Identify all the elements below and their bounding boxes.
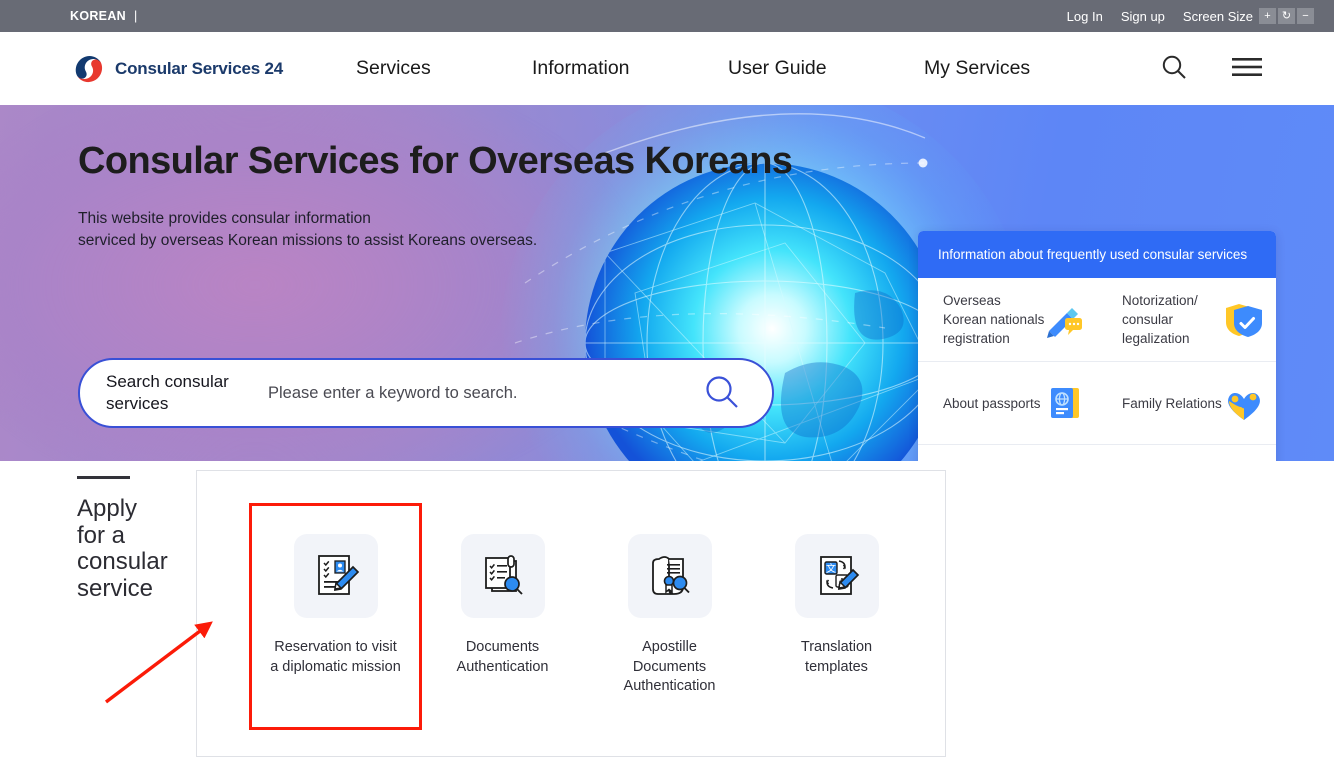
card-label-line1: Apostille: [642, 639, 697, 655]
apply-title-line3: consular: [77, 548, 168, 575]
card-icon-container: [293, 534, 378, 618]
card-label: Apostille Documents Authentication: [624, 638, 716, 697]
document-stamp-icon: [484, 555, 523, 595]
service-card-apostille-documents-authentication[interactable]: Apostille Documents Authentication: [586, 506, 753, 727]
card-label-line2: templates: [805, 658, 868, 675]
card-label-line1: Reservation to visit: [274, 639, 397, 655]
apply-title-line4: service: [77, 574, 154, 602]
info-item-family-relations[interactable]: Family Relations: [1097, 362, 1276, 444]
search-label: Search consular services: [106, 371, 258, 415]
svg-text:文: 文: [826, 562, 836, 575]
service-card-reservation-to-visit-a-diplomatic-mission[interactable]: Reservation to visit a diplomatic missio…: [249, 503, 422, 730]
card-label: Reservation to visit a diplomatic missio…: [270, 638, 401, 677]
pencil-chat-icon: [1047, 307, 1082, 338]
hamburger-menu-icon[interactable]: [1232, 56, 1262, 81]
screen-size-increase-button[interactable]: +: [1259, 8, 1276, 24]
login-link[interactable]: Log In: [1067, 9, 1103, 24]
info-item-military-duty[interactable]: Military Duty: [1097, 445, 1276, 461]
info-row: Overseas Korean nationals registration N…: [918, 278, 1276, 361]
heading-rule: [77, 476, 130, 479]
frequent-services-panel: Information about frequently used consul…: [918, 231, 1276, 461]
hero-subtitle-line1: This website provides consular informati…: [78, 210, 371, 227]
signup-link[interactable]: Sign up: [1121, 9, 1165, 24]
utility-bar-right: Log In Sign up Screen Size + ↻ −: [1067, 8, 1314, 24]
consular-search-bar[interactable]: Search consular services: [78, 358, 774, 428]
apply-title-line1: Apply: [77, 495, 138, 522]
frequent-services-header: Information about frequently used consul…: [918, 231, 1276, 278]
main-content: Apply for a consular service Reservation…: [0, 461, 1334, 767]
card-label-line3: Authentication: [623, 678, 716, 694]
info-item-nationality[interactable]: Nationality: [918, 445, 1097, 461]
shield-check-icon: [1226, 303, 1262, 337]
hero-subtitle-line2: serviced by overseas Korean missions to …: [78, 232, 538, 249]
nav-item-user-guide[interactable]: User Guide: [728, 57, 924, 80]
screen-size-controls: Screen Size + ↻ −: [1183, 8, 1314, 24]
search-submit-icon[interactable]: [702, 372, 742, 415]
card-label: Translation templates: [801, 638, 872, 677]
nav-links: Services Information User Guide My Servi…: [356, 57, 1044, 80]
info-item-label: About passports: [943, 395, 1041, 411]
info-row: Nationality Military Duty: [918, 444, 1276, 461]
info-item-label: Family Relations: [1122, 395, 1222, 411]
info-item-about-passports[interactable]: About passports: [918, 362, 1097, 444]
nav-item-my-services[interactable]: My Services: [924, 57, 1044, 80]
apply-section-heading: Apply for a consular service: [77, 476, 192, 602]
nav-item-information[interactable]: Information: [532, 57, 728, 80]
family-heart-icon: [1228, 393, 1260, 420]
hero-banner: Consular Services for Overseas Koreans T…: [0, 105, 1334, 461]
frequent-services-grid: Overseas Korean nationals registration N…: [918, 278, 1276, 461]
card-label: Documents Authentication: [457, 638, 549, 677]
certificate-seal-icon: [651, 556, 690, 595]
card-label-line2: Documents: [632, 658, 707, 675]
card-icon-container: 文 A: [794, 534, 879, 618]
page-title: Consular Services for Overseas Koreans: [78, 140, 793, 182]
translate-pen-icon: 文 A: [819, 556, 859, 595]
service-card-documents-authentication[interactable]: Documents Authentication: [419, 506, 586, 727]
site-logo[interactable]: Consular Services 24: [72, 52, 283, 86]
info-item-label: Overseas Korean nationals registration: [943, 293, 1045, 346]
consular-service-cards-panel: Reservation to visit a diplomatic missio…: [196, 470, 946, 757]
search-label-line2: services: [106, 394, 169, 413]
info-item-label: Notorization/ consular legalization: [1122, 293, 1198, 346]
consular-service-cards-row: Reservation to visit a diplomatic missio…: [197, 471, 945, 730]
document-person-pen-icon: [317, 555, 359, 595]
nav-item-services[interactable]: Services: [356, 57, 532, 80]
card-label-line1: Documents: [465, 639, 540, 655]
card-icon-container: [627, 534, 712, 618]
search-label-line1: Search consular: [106, 372, 229, 391]
screen-size-decrease-button[interactable]: −: [1297, 8, 1314, 24]
utility-bar: KOREAN | Log In Sign up Screen Size + ↻ −: [0, 0, 1334, 32]
screen-size-label: Screen Size: [1182, 8, 1253, 24]
nav-icon-group: [1160, 53, 1262, 84]
info-row: About passports Family Relations: [918, 361, 1276, 444]
search-icon[interactable]: [1160, 53, 1188, 84]
language-switcher[interactable]: KOREAN |: [70, 9, 138, 23]
main-navigation-bar: Consular Services 24 Services Informatio…: [0, 32, 1334, 105]
taegeuk-logo-icon: [75, 55, 103, 82]
service-card-translation-templates[interactable]: 文 A Translation templates: [753, 506, 920, 727]
info-item-notorization-consular-legalization[interactable]: Notorization/ consular legalization: [1097, 278, 1276, 361]
topbar-divider: |: [133, 9, 138, 23]
apply-section-title: Apply for a consular service: [77, 495, 192, 602]
card-label-line2: Authentication: [456, 658, 549, 675]
korean-language-link[interactable]: KOREAN: [70, 9, 126, 23]
card-icon-container: [460, 534, 545, 618]
info-item-overseas-korean-nationals-registration[interactable]: Overseas Korean nationals registration: [918, 278, 1097, 361]
hero-subtitle: This website provides consular informati…: [78, 208, 537, 252]
apply-title-line2: for a: [77, 521, 126, 549]
screen-size-reset-button[interactable]: ↻: [1278, 8, 1295, 24]
brand-name: Consular Services 24: [115, 58, 283, 78]
card-label-line1: Translation: [800, 639, 873, 655]
search-input[interactable]: [268, 383, 702, 403]
passport-icon: [1051, 388, 1079, 418]
card-label-line2: a diplomatic mission: [270, 658, 401, 675]
